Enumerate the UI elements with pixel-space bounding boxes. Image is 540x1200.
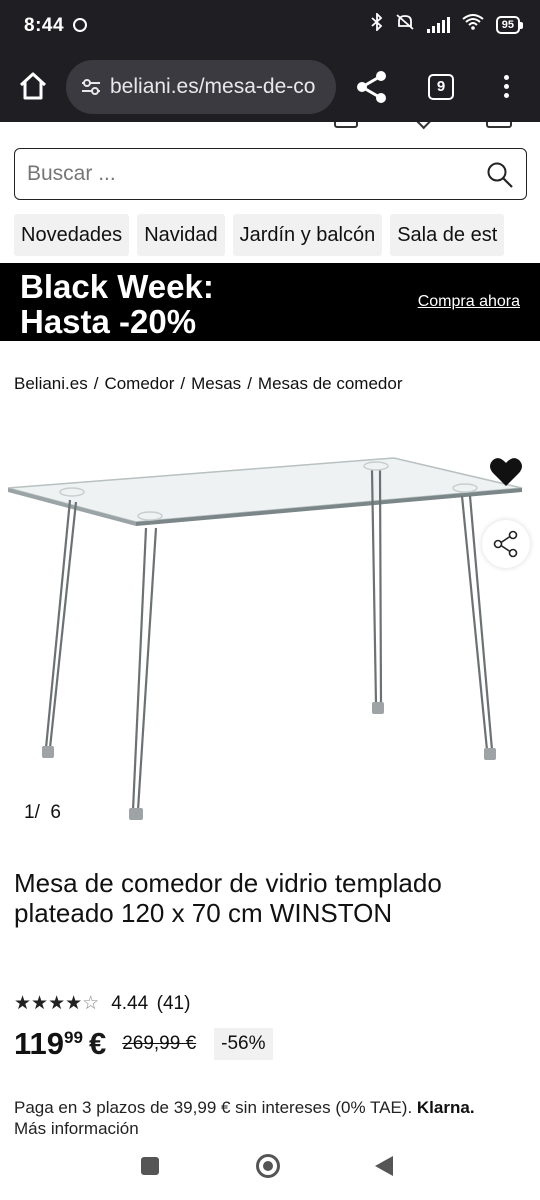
wishlist-icon[interactable] <box>413 122 433 130</box>
site-header-partial <box>0 122 540 132</box>
review-count[interactable]: (41) <box>157 993 191 1015</box>
product-title: Mesa de comedor de vidrio templado plate… <box>14 868 442 928</box>
discount-badge: -56% <box>214 1028 273 1060</box>
banner-cta-link[interactable]: Compra ahora <box>418 293 520 311</box>
price-currency: € <box>88 1026 107 1061</box>
share-icon <box>493 530 518 558</box>
share-product-button[interactable] <box>482 520 530 568</box>
breadcrumb-item-mesas[interactable]: Mesas <box>191 374 241 393</box>
browser-toolbar: beliani.es/mesa-de-co 9 <box>0 52 540 122</box>
site-settings-icon[interactable] <box>80 76 102 103</box>
search-box <box>14 148 527 200</box>
product-rating[interactable]: ★★★★☆ 4.44 (41) <box>14 992 190 1015</box>
price-row: 11999 € 269,99 € -56% <box>14 1024 273 1064</box>
rating-score: 4.44 <box>111 992 149 1014</box>
status-time: 8:44 <box>24 15 65 36</box>
battery-icon: 95 <box>495 15 524 34</box>
home-nav-icon[interactable] <box>256 1154 280 1178</box>
tab-switcher-button[interactable]: 9 <box>428 74 454 100</box>
product-image[interactable] <box>0 430 540 840</box>
breadcrumb-item-home[interactable]: Beliani.es <box>14 374 88 393</box>
klarna-more-link[interactable]: Más información <box>14 1119 139 1138</box>
heart-icon[interactable] <box>488 454 524 490</box>
banner-headline: Black Week: <box>20 268 214 305</box>
klarna-logo: Klarna. <box>416 1098 475 1117</box>
breadcrumb: Beliani.es / Comedor / Mesas / Mesas de comedo… <box>14 374 403 393</box>
category-chips: Novedades Navidad Jardín y balcón Sala de e… <box>14 214 540 256</box>
cart-icon[interactable] <box>486 122 512 128</box>
breadcrumb-item-comedor[interactable]: Comedor <box>104 374 174 393</box>
mute-icon <box>395 13 415 36</box>
address-bar[interactable]: beliani.es/mesa-de-co <box>66 60 336 114</box>
category-chip-novedades[interactable]: Novedades <box>14 214 130 256</box>
recents-icon[interactable] <box>141 1157 159 1175</box>
promo-banner[interactable]: Black Week: Hasta -20% Compra ahora <box>0 263 540 341</box>
klarna-text: Paga en 3 plazos de 39,99 € sin interese… <box>14 1098 413 1117</box>
breadcrumb-item-mesas-de-comedor[interactable]: Mesas de comedor <box>258 374 403 393</box>
search-icon[interactable] <box>486 161 514 194</box>
notification-icon <box>73 18 87 32</box>
home-icon[interactable] <box>16 69 50 103</box>
product-gallery[interactable]: 1/ 6 <box>0 430 540 840</box>
back-icon[interactable] <box>375 1156 393 1176</box>
price-current: 11999 <box>14 1026 83 1061</box>
klarna-info: Paga en 3 plazos de 39,99 € sin interese… <box>14 1097 534 1139</box>
star-rating-icon: ★★★★☆ <box>14 993 100 1014</box>
gallery-pager: 1/ 6 <box>24 802 61 823</box>
bluetooth-icon <box>371 11 383 36</box>
search-input[interactable] <box>27 159 467 189</box>
category-chip-jardin[interactable]: Jardín y balcón <box>232 214 383 256</box>
url-text[interactable]: beliani.es/mesa-de-co <box>110 75 315 99</box>
wifi-icon <box>462 14 484 35</box>
signal-icon <box>426 16 450 33</box>
price-old: 269,99 € <box>122 1033 197 1054</box>
account-icon[interactable] <box>334 122 358 128</box>
share-icon[interactable] <box>354 69 390 105</box>
status-icons: 95 <box>371 11 524 36</box>
system-nav-bar <box>0 1140 540 1200</box>
category-chip-sala[interactable]: Sala de est <box>390 214 505 256</box>
more-menu-icon[interactable] <box>496 72 516 102</box>
banner-subheadline: Hasta -20% <box>20 303 197 340</box>
category-chip-navidad[interactable]: Navidad <box>137 214 225 256</box>
status-bar: 8:44 95 <box>0 0 540 52</box>
